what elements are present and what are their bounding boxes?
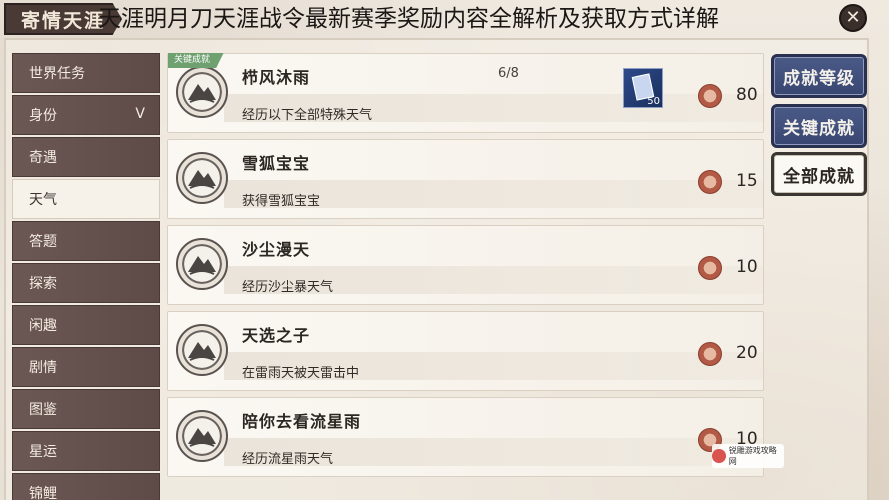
sidebar-item-identity[interactable]: 身份 ᐯ xyxy=(12,95,160,135)
mountain-emblem-icon xyxy=(176,324,228,376)
category-sidebar: 世界任务 身份 ᐯ 奇遇 天气 答题 探索 闲趣 剧情 图鉴 星运 锦鲤 xyxy=(12,53,160,500)
achievement-description: 在雷雨天被天雷击中 xyxy=(242,366,360,381)
achievement-points: 20 xyxy=(736,343,758,363)
achievement-name: 天选之子 xyxy=(242,326,311,345)
watermark-icon xyxy=(712,449,726,463)
achievement-description: 经历沙尘暴天气 xyxy=(242,280,334,295)
key-achievements-button[interactable]: 关键成就 xyxy=(771,104,867,148)
achievement-description: 经历流星雨天气 xyxy=(242,452,334,467)
sidebar-item-label: 探索 xyxy=(29,276,57,292)
achievement-points-icon xyxy=(698,342,722,366)
sidebar-item-quiz[interactable]: 答题 xyxy=(12,221,160,261)
achievement-points: 15 xyxy=(736,171,758,191)
achievement-points-icon xyxy=(698,84,722,108)
sidebar-item-label: 世界任务 xyxy=(29,66,85,82)
watermark-logo: 锐雕游戏攻略网 xyxy=(712,444,784,468)
mountain-emblem-icon xyxy=(176,152,228,204)
sidebar-item-codex[interactable]: 图鉴 xyxy=(12,389,160,429)
achievement-row[interactable]: 天选之子 在雷雨天被天雷击中 20 xyxy=(167,311,764,391)
sidebar-item-label: 闲趣 xyxy=(29,318,57,334)
mountain-emblem-icon xyxy=(176,410,228,462)
sidebar-item-koi[interactable]: 锦鲤 xyxy=(12,473,160,500)
achievement-description: 获得雪狐宝宝 xyxy=(242,194,321,209)
card-reward-icon[interactable]: 50 xyxy=(623,68,663,108)
achievement-row[interactable]: 关键成就 栉风沐雨 6/8 经历以下全部特殊天气 50 80 xyxy=(167,53,764,133)
sidebar-item-world-tasks[interactable]: 世界任务 xyxy=(12,53,160,93)
achievement-points-icon xyxy=(698,170,722,194)
achievement-level-button[interactable]: 成就等级 xyxy=(771,54,867,98)
watermark-text: 锐雕游戏攻略网 xyxy=(728,446,777,466)
sidebar-item-label: 星运 xyxy=(29,444,57,460)
achievement-name: 陪你去看流星雨 xyxy=(242,412,362,431)
achievement-description: 经历以下全部特殊天气 xyxy=(242,108,373,123)
mountain-emblem-icon xyxy=(176,238,228,290)
sidebar-item-label: 锦鲤 xyxy=(29,486,57,500)
achievement-points: 80 xyxy=(736,85,758,105)
key-achievement-tag: 关键成就 xyxy=(168,53,225,68)
achievement-row[interactable]: 陪你去看流星雨 经历流星雨天气 10 xyxy=(167,397,764,477)
sidebar-item-label: 图鉴 xyxy=(29,402,57,418)
close-button[interactable]: ✕ xyxy=(839,4,867,32)
sidebar-item-explore[interactable]: 探索 xyxy=(12,263,160,303)
achievement-progress: 6/8 xyxy=(498,66,519,81)
achievement-name: 沙尘漫天 xyxy=(242,240,311,259)
achievement-points: 10 xyxy=(736,257,758,277)
reward-count: 50 xyxy=(647,96,660,107)
achievement-row[interactable]: 沙尘漫天 经历沙尘暴天气 10 xyxy=(167,225,764,305)
sidebar-item-adventure[interactable]: 奇遇 xyxy=(12,137,160,177)
chevron-down-icon: ᐯ xyxy=(135,106,145,122)
sidebar-item-story[interactable]: 剧情 xyxy=(12,347,160,387)
mountain-emblem-icon xyxy=(176,66,228,118)
sidebar-item-label: 身份 xyxy=(29,108,57,124)
achievement-name: 雪狐宝宝 xyxy=(242,154,311,173)
sidebar-item-weather[interactable]: 天气 xyxy=(12,179,160,219)
sidebar-item-label: 天气 xyxy=(29,192,57,208)
sidebar-item-label: 答题 xyxy=(29,234,57,250)
all-achievements-button[interactable]: 全部成就 xyxy=(771,152,867,196)
achievement-row[interactable]: 雪狐宝宝 获得雪狐宝宝 15 xyxy=(167,139,764,219)
achievement-points-icon xyxy=(698,256,722,280)
achievement-list[interactable]: 关键成就 栉风沐雨 6/8 经历以下全部特殊天气 50 80 雪狐宝宝 获得雪狐… xyxy=(167,53,764,500)
sidebar-item-label: 剧情 xyxy=(29,360,57,376)
sidebar-item-label: 奇遇 xyxy=(29,150,57,166)
sidebar-item-leisure[interactable]: 闲趣 xyxy=(12,305,160,345)
sidebar-item-fortune[interactable]: 星运 xyxy=(12,431,160,471)
overlay-headline: 天涯明月刀天涯战令最新赛季奖励内容全解析及获取方式详解 xyxy=(98,6,719,32)
achievement-name: 栉风沐雨 xyxy=(242,68,311,87)
